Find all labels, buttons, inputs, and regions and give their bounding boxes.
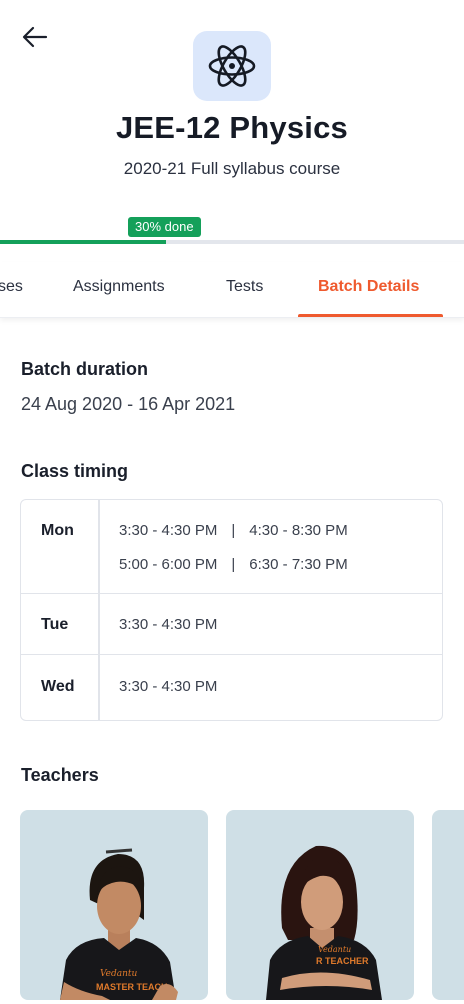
teacher-photo: Vedantu MASTER TEACH	[60, 848, 178, 1000]
batch-duration-value: 24 Aug 2020 - 16 Apr 2021	[21, 394, 236, 414]
schedule-row-tue: Tue 3:30 - 4:30 PM	[21, 594, 442, 655]
teacher-card[interactable]: Vedantu R TEACHER	[226, 810, 414, 1000]
class-timing-table: Mon 3:30 - 4:30 PM | 4:30 - 8:30 PM 5:00 -…	[20, 499, 443, 721]
progress-bar	[0, 240, 464, 244]
back-button[interactable]	[20, 22, 50, 52]
course-subtitle: 2020-21 Full syllabus course	[123, 159, 341, 178]
teacher-photo: Vedantu R TEACHER	[266, 845, 382, 1000]
active-tab-indicator	[298, 314, 443, 317]
batch-duration-heading: Batch duration	[21, 359, 149, 379]
day-label: Tue	[41, 616, 69, 633]
progress-fill	[0, 240, 166, 244]
atom-icon	[208, 45, 256, 87]
course-title: JEE-12 Physics	[115, 110, 348, 145]
time-slot-line: 5:00 - 6:00 PM | 6:30 - 7:30 PM	[119, 556, 348, 573]
day-label: Mon	[41, 522, 74, 539]
schedule-row-wed: Wed 3:30 - 4:30 PM	[21, 655, 442, 720]
time-slot: 3:30 - 4:30 PM	[119, 678, 218, 695]
tab-classes[interactable]: ses	[0, 278, 23, 296]
shirt-brand-text: Vedantu	[318, 945, 351, 954]
teacher-card[interactable]: Vedantu MASTER TEACH	[20, 810, 208, 1000]
shirt-text: R TEACHER	[316, 956, 369, 966]
time-slot: 6:30 - 7:30 PM	[249, 556, 348, 573]
tab-tests[interactable]: Tests	[226, 278, 263, 296]
time-slot: 3:30 - 4:30 PM	[119, 522, 218, 539]
time-slot: 5:00 - 6:00 PM	[119, 556, 218, 573]
class-timing-heading: Class timing	[21, 461, 129, 481]
tab-assignments[interactable]: Assignments	[73, 278, 165, 296]
teachers-heading: Teachers	[21, 765, 99, 785]
shirt-brand-text: Vedantu	[100, 969, 138, 979]
tab-batch-details[interactable]: Batch Details	[318, 278, 419, 296]
time-slot-line: 3:30 - 4:30 PM | 4:30 - 8:30 PM	[119, 522, 348, 539]
time-slot: 4:30 - 8:30 PM	[249, 522, 348, 539]
day-label: Wed	[41, 678, 75, 695]
teachers-carousel[interactable]: Vedantu MASTER TEACH Vedantu R TEACHER	[20, 810, 464, 1000]
teacher-card[interactable]	[432, 810, 464, 1000]
arrow-left-icon	[22, 26, 48, 48]
progress-badge: 30% done	[128, 217, 201, 237]
tab-bar: ses Assignments Tests Batch Details	[0, 262, 464, 318]
time-slot: 3:30 - 4:30 PM	[119, 616, 218, 633]
shirt-text: MASTER TEACH	[96, 982, 168, 992]
schedule-row-mon: Mon 3:30 - 4:30 PM | 4:30 - 8:30 PM 5:00 -…	[21, 500, 442, 594]
slot-separator: |	[231, 522, 236, 539]
slot-separator: |	[231, 556, 236, 573]
course-icon-tile	[193, 31, 271, 101]
